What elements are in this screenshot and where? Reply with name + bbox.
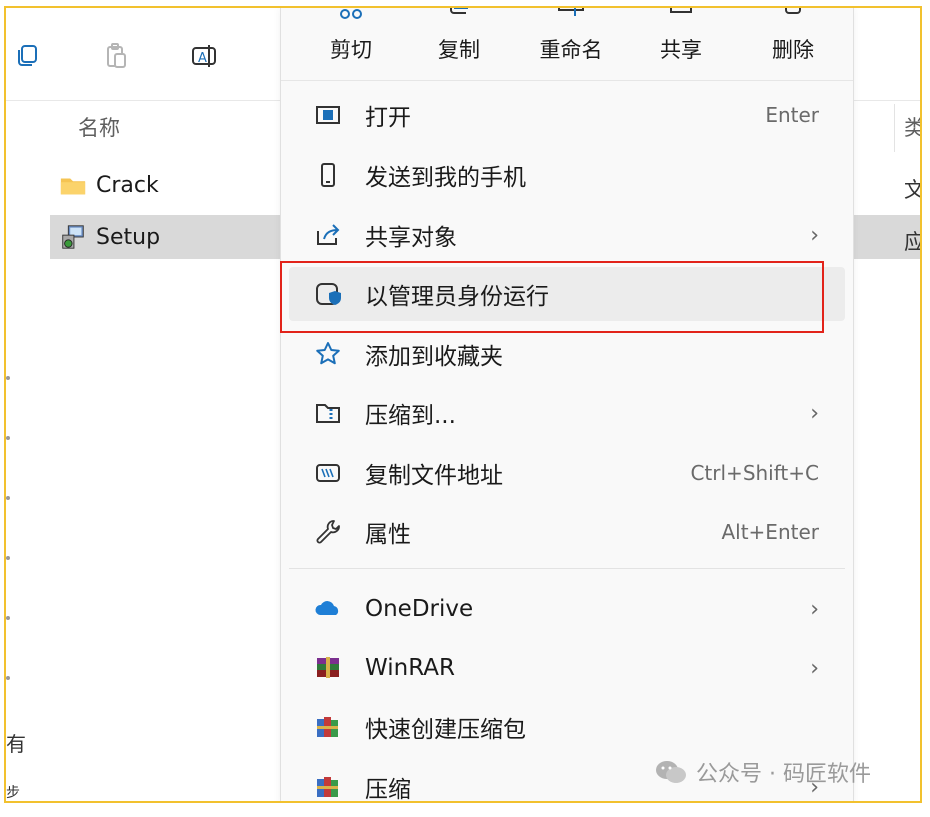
menu-item-label: WinRAR xyxy=(365,655,455,681)
folder-icon xyxy=(58,170,88,200)
phone-icon xyxy=(313,160,343,190)
menu-item-add-to-favorites[interactable]: 添加到收藏夹 xyxy=(289,327,845,381)
file-row-setup[interactable]: Setup xyxy=(50,215,300,259)
menu-item-share-with[interactable]: 共享对象 › xyxy=(289,208,845,262)
column-header-type[interactable]: 类 xyxy=(904,112,920,142)
menu-item-label: OneDrive xyxy=(365,596,474,622)
rename-icon xyxy=(558,8,584,16)
menu-item-onedrive[interactable]: OneDrive › xyxy=(289,582,845,636)
action-label: 重命名 xyxy=(539,38,603,62)
action-label: 删除 xyxy=(772,38,814,62)
copy-button[interactable]: 复制 xyxy=(409,8,509,80)
menu-item-label: 快速创建压缩包 xyxy=(365,717,526,743)
chevron-right-icon: › xyxy=(810,222,819,248)
edge-mark xyxy=(6,556,10,560)
menu-item-copy-path[interactable]: 复制文件地址 Ctrl+Shift+C xyxy=(289,446,845,500)
star-icon xyxy=(313,339,343,369)
file-name: Setup xyxy=(96,224,161,250)
delete-button[interactable]: 删除 xyxy=(743,8,843,80)
file-name: Crack xyxy=(96,172,159,198)
truncated-text: 步 xyxy=(6,785,20,801)
menu-item-shortcut: Alt+Enter xyxy=(721,520,819,544)
action-label: 复制 xyxy=(438,38,480,62)
edge-mark xyxy=(6,436,10,440)
onedrive-icon xyxy=(313,594,343,624)
svg-text:A: A xyxy=(198,51,207,66)
edge-mark xyxy=(6,676,10,680)
chevron-right-icon: › xyxy=(810,655,819,681)
chevron-right-icon: › xyxy=(810,400,819,426)
menu-item-properties[interactable]: 属性 Alt+Enter xyxy=(289,505,845,559)
share-icon xyxy=(670,8,692,13)
file-type-cell: 文 xyxy=(904,174,920,204)
action-label: 剪切 xyxy=(330,38,372,62)
column-separator xyxy=(894,104,895,152)
wrench-icon xyxy=(313,517,343,547)
menu-item-compress-to[interactable]: 压缩到... › xyxy=(289,386,845,440)
cut-button[interactable]: 剪切 xyxy=(301,8,401,80)
menu-item-quick-archive[interactable]: 快速创建压缩包 xyxy=(289,700,845,754)
copy-icon[interactable] xyxy=(10,38,46,74)
edge-mark xyxy=(6,496,10,500)
menu-item-label: 发送到我的手机 xyxy=(365,165,526,191)
context-menu: 剪切 复制 重命名 共享 删除 打开 Enter 发送到我的手机 共享对象 › … xyxy=(280,8,854,803)
paste-icon[interactable] xyxy=(98,38,134,74)
file-type-cell: 应 xyxy=(904,226,920,256)
zip-folder-icon xyxy=(313,398,343,428)
menu-item-label: 压缩 xyxy=(365,777,411,803)
menu-item-open[interactable]: 打开 Enter xyxy=(289,88,845,142)
menu-item-winrar[interactable]: WinRAR › xyxy=(289,641,845,695)
menu-item-label: 共享对象 xyxy=(365,225,457,251)
share-button[interactable]: 共享 xyxy=(631,8,731,80)
action-label: 共享 xyxy=(660,38,702,62)
column-header-name[interactable]: 名称 xyxy=(78,112,120,142)
menu-item-label: 属性 xyxy=(365,522,411,548)
context-menu-action-bar: 剪切 复制 重命名 共享 删除 xyxy=(281,8,853,81)
watermark: 公众号 · 码匠软件 xyxy=(654,756,871,788)
menu-item-shortcut: Ctrl+Shift+C xyxy=(690,461,819,485)
open-window-icon xyxy=(313,100,343,130)
chevron-right-icon: › xyxy=(810,596,819,622)
delete-icon xyxy=(785,8,801,14)
highlight-annotation-box xyxy=(280,261,824,333)
cut-icon xyxy=(340,9,362,19)
menu-item-label: 打开 xyxy=(365,105,411,131)
menu-separator xyxy=(289,568,845,569)
menu-item-label: 添加到收藏夹 xyxy=(365,344,503,370)
menu-item-shortcut: Enter xyxy=(765,103,819,127)
menu-item-label: 压缩到... xyxy=(365,403,456,429)
winrar-books-icon xyxy=(313,772,343,801)
edge-mark xyxy=(6,616,10,620)
screenshot-frame: A 名称 类 Crack 文 Setup 应 有 步 剪切 复 xyxy=(4,6,922,803)
menu-item-label: 复制文件地址 xyxy=(365,463,503,489)
wechat-icon xyxy=(656,761,686,783)
menu-item-send-to-phone[interactable]: 发送到我的手机 xyxy=(289,148,845,202)
rename-icon[interactable]: A xyxy=(186,38,222,74)
winrar-books-icon xyxy=(313,712,343,742)
copy-icon xyxy=(450,8,468,14)
file-row-crack[interactable]: Crack xyxy=(50,163,300,207)
rename-button[interactable]: 重命名 xyxy=(521,8,621,80)
winrar-icon xyxy=(313,653,343,683)
share-arrow-icon xyxy=(313,220,343,250)
watermark-text: 公众号 · 码匠软件 xyxy=(696,762,871,787)
copy-path-icon xyxy=(313,458,343,488)
installer-icon xyxy=(58,222,88,252)
truncated-text: 有 xyxy=(6,732,26,756)
edge-mark xyxy=(6,376,10,380)
